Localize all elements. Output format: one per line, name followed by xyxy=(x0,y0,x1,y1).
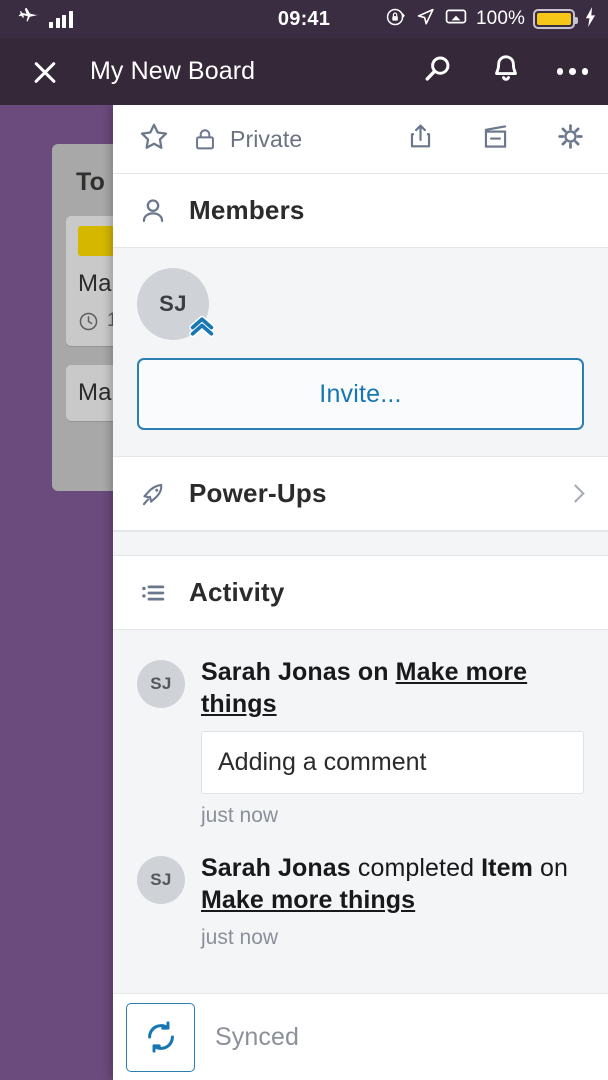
activity-actor: Sarah Jonas xyxy=(201,854,351,882)
members-section-header: Members xyxy=(113,174,608,248)
sync-status-bar: Synced xyxy=(113,993,608,1080)
lightning-bolt-icon xyxy=(583,6,598,33)
avatar: SJ xyxy=(137,856,185,904)
activity-timestamp: just now xyxy=(201,804,279,827)
gear-icon[interactable] xyxy=(555,121,586,157)
panel-toolbar: Private xyxy=(113,105,608,174)
member-entry[interactable]: SJ xyxy=(137,268,215,340)
section-gap xyxy=(113,531,608,556)
sync-status-label: Synced xyxy=(215,1022,299,1051)
activity-list-icon xyxy=(142,584,165,601)
activity-item-body: Sarah Jonas on Make more things Adding a… xyxy=(201,656,584,828)
activity-item-text: Sarah Jonas completed Item on Make more … xyxy=(201,852,584,916)
lock-icon xyxy=(196,129,214,150)
chevron-right-icon xyxy=(566,484,585,503)
board-visibility-label: Private xyxy=(230,125,303,152)
search-icon[interactable] xyxy=(421,52,455,91)
location-arrow-icon xyxy=(415,6,436,32)
members-body: SJ Invite... xyxy=(113,248,608,457)
screen-mirroring-icon xyxy=(444,5,468,34)
activity-heading: Activity xyxy=(189,577,285,607)
battery-icon xyxy=(533,9,578,29)
battery-percent: 100% xyxy=(476,8,525,29)
activity-timestamp: just now xyxy=(201,926,279,949)
close-icon[interactable] xyxy=(28,55,62,89)
clock-icon xyxy=(79,312,98,330)
sync-refresh-icon xyxy=(147,1021,174,1053)
app-navbar: My New Board xyxy=(0,38,608,105)
rotation-lock-icon xyxy=(385,6,407,33)
admin-chevrons-icon xyxy=(187,311,217,346)
more-options-icon[interactable] xyxy=(556,68,588,75)
rocket-icon xyxy=(142,483,163,505)
board-menu-panel: Private Members SJ Invite... Power-Ups A… xyxy=(113,105,608,1080)
board-visibility[interactable]: Private xyxy=(191,125,302,153)
invite-button-label: Invite... xyxy=(319,379,402,408)
activity-connector: on xyxy=(532,854,569,882)
activity-card-link[interactable]: Make more things xyxy=(201,886,415,914)
activity-actor: Sarah Jonas xyxy=(201,658,351,686)
power-ups-label: Power-Ups xyxy=(189,478,327,508)
archive-icon[interactable] xyxy=(480,121,511,157)
invite-button[interactable]: Invite... xyxy=(137,358,584,430)
notifications-bell-icon[interactable] xyxy=(489,52,523,91)
activity-verb: on xyxy=(350,658,396,686)
person-icon xyxy=(142,198,164,222)
system-status-bar: 09:41 100% xyxy=(0,0,608,38)
activity-comment[interactable]: Adding a comment xyxy=(201,731,584,794)
activity-list: SJ Sarah Jonas on Make more things Addin… xyxy=(113,630,608,970)
star-icon[interactable] xyxy=(137,120,171,159)
activity-item[interactable]: SJ Sarah Jonas completed Item on Make mo… xyxy=(113,842,608,964)
activity-item[interactable]: SJ Sarah Jonas on Make more things Addin… xyxy=(113,646,608,842)
activity-verb: completed xyxy=(350,854,482,882)
sync-button[interactable] xyxy=(126,1002,195,1072)
members-heading: Members xyxy=(189,195,305,225)
page-title: My New Board xyxy=(90,57,256,85)
activity-section-header: Activity xyxy=(113,556,608,630)
activity-object: Item xyxy=(481,854,533,882)
power-ups-row[interactable]: Power-Ups xyxy=(113,457,608,531)
app-screen: To d Mak 17 Mak xyxy=(0,0,608,1080)
activity-item-body: Sarah Jonas completed Item on Make more … xyxy=(201,852,584,950)
activity-item-text: Sarah Jonas on Make more things xyxy=(201,656,584,720)
avatar: SJ xyxy=(137,660,185,708)
share-icon[interactable] xyxy=(405,121,436,157)
